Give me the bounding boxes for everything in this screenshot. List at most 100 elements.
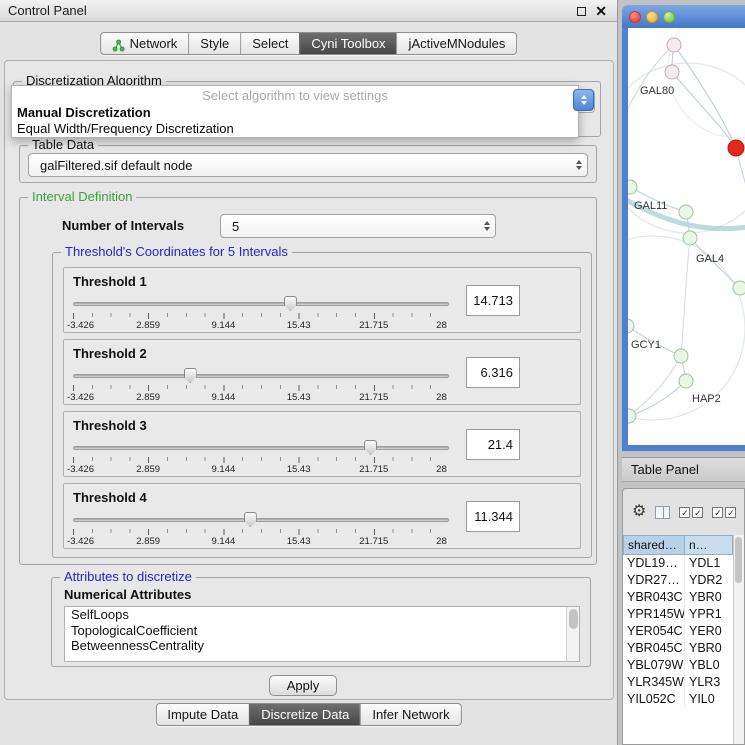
table-row[interactable]: YLR345W YLR3 xyxy=(623,674,733,691)
table-panel-window: ⚙ ✓ ✓ ✓ ✓ shared… n… YDL19… YDL1 YDR27… … xyxy=(622,488,745,745)
checkbox-icon[interactable]: ✓ xyxy=(725,507,736,518)
threshold-slider[interactable] xyxy=(73,368,449,384)
tab-impute-data[interactable]: Impute Data xyxy=(156,704,249,725)
window-title: Control Panel xyxy=(8,3,87,18)
slider-thumb[interactable] xyxy=(364,440,377,455)
network-node[interactable] xyxy=(667,38,681,52)
slider-track[interactable] xyxy=(73,302,449,306)
tab-jactivemnodules[interactable]: jActiveMNodules xyxy=(397,33,517,54)
tab-infer-network[interactable]: Infer Network xyxy=(360,704,460,725)
scale-label: 9.144 xyxy=(212,464,236,475)
table-row[interactable]: YPR145W YPR1 xyxy=(623,606,733,623)
table-data-combobox[interactable]: galFiltered.sif default node xyxy=(28,153,588,177)
checkbox-icon[interactable]: ✓ xyxy=(712,507,723,518)
list-scrollbar[interactable] xyxy=(566,607,579,661)
table-panel-title: Table Panel xyxy=(631,462,699,477)
combo-arrows-icon xyxy=(478,215,495,237)
table-row[interactable]: YIL052C YIL0 xyxy=(623,691,733,708)
table-row[interactable]: YBL079W YBL0 xyxy=(623,657,733,674)
threshold-slider[interactable] xyxy=(73,440,449,456)
scale-label: 21.715 xyxy=(359,464,388,475)
algorithm-dropdown-popup: Select algorithm to view settings Manual… xyxy=(11,85,579,138)
table-row[interactable]: YDR27… YDR2 xyxy=(623,572,733,589)
network-window-titlebar[interactable] xyxy=(622,5,745,28)
slider-track[interactable] xyxy=(73,518,449,522)
algorithm-option[interactable]: Manual Discretization xyxy=(12,105,578,121)
node-label: GAL80 xyxy=(640,85,674,97)
tab-cyni-toolbox[interactable]: Cyni Toolbox xyxy=(299,33,396,54)
slider-scale: -3.426 2.859 9.144 15.43 21.715 28 xyxy=(73,392,449,403)
scale-label: -3.426 xyxy=(67,320,94,331)
minimize-traffic-light[interactable] xyxy=(646,11,658,23)
network-node[interactable] xyxy=(674,349,688,363)
network-node[interactable] xyxy=(679,374,693,388)
apply-button[interactable]: Apply xyxy=(269,675,337,696)
column-header-shared-name[interactable]: shared… xyxy=(623,535,685,555)
scale-label: 2.859 xyxy=(136,392,160,403)
close-icon[interactable]: ✕ xyxy=(595,4,607,18)
scale-label: 9.144 xyxy=(212,320,236,331)
table-row[interactable]: YDL19… YDL1 xyxy=(623,555,733,572)
network-node[interactable] xyxy=(665,65,679,79)
network-edge xyxy=(681,238,690,356)
threshold-value-field[interactable]: 6.316 xyxy=(466,357,520,388)
threshold-panel: Threshold 2 -3.426 2.859 9.144 15.43 21.… xyxy=(63,339,581,405)
node-label: HAP2 xyxy=(692,393,721,405)
list-item[interactable]: BetweennessCentrality xyxy=(65,638,579,654)
slider-thumb[interactable] xyxy=(244,512,257,527)
interval-definition-group: Interval Definition Number of Intervals … xyxy=(19,197,597,565)
checkbox-icon[interactable]: ✓ xyxy=(692,507,703,518)
scale-label: 9.144 xyxy=(212,392,236,403)
num-intervals-combobox[interactable]: 5 xyxy=(220,214,496,238)
network-node[interactable] xyxy=(733,281,745,295)
tab-style[interactable]: Style xyxy=(188,33,240,54)
threshold-slider[interactable] xyxy=(73,512,449,528)
threshold-value-field[interactable]: 21.4 xyxy=(466,429,520,460)
selected-network-node[interactable] xyxy=(728,140,744,156)
network-edge xyxy=(674,45,736,148)
network-node[interactable] xyxy=(628,180,637,194)
top-tab-strip: Network Style Select Cyni Toolbox jActiv… xyxy=(100,32,518,55)
thresholds-group-title: Threshold's Coordinates for 5 Intervals xyxy=(61,244,292,260)
slider-thumb[interactable] xyxy=(184,368,197,383)
slider-track[interactable] xyxy=(73,446,449,450)
scale-label: 15.43 xyxy=(287,536,311,547)
scale-label: 21.715 xyxy=(359,320,388,331)
threshold-value-field[interactable]: 14.713 xyxy=(466,285,520,316)
list-item[interactable]: SelfLoops xyxy=(65,607,579,623)
list-item[interactable]: TopologicalCoefficient xyxy=(65,623,579,639)
network-node[interactable] xyxy=(683,231,697,245)
table-row[interactable]: YBR045C YBR0 xyxy=(623,640,733,657)
tab-network[interactable]: Network xyxy=(101,33,189,54)
table-row[interactable]: YER054C YER0 xyxy=(623,623,733,640)
scale-label: 2.859 xyxy=(136,536,160,547)
slider-track[interactable] xyxy=(73,374,449,378)
slider-thumb[interactable] xyxy=(284,296,297,311)
scale-label: 28 xyxy=(436,392,447,403)
scrollbar-thumb[interactable] xyxy=(735,537,742,583)
float-window-icon[interactable] xyxy=(577,7,586,16)
scrollbar-thumb[interactable] xyxy=(569,609,578,629)
column-header-name[interactable]: n… xyxy=(685,535,733,555)
algorithm-option[interactable]: Equal Width/Frequency Discretization xyxy=(12,121,578,137)
network-node[interactable] xyxy=(628,319,634,333)
attributes-group-title: Attributes to discretize xyxy=(60,569,196,585)
combo-arrows-icon[interactable] xyxy=(573,89,594,111)
network-canvas[interactable]: GAL80 GAL11 GAL4 GCY1 HAP2 xyxy=(622,28,745,451)
columns-icon[interactable] xyxy=(655,506,670,519)
tab-discretize-data[interactable]: Discretize Data xyxy=(249,704,360,725)
zoom-traffic-light[interactable] xyxy=(663,11,675,23)
close-traffic-light[interactable] xyxy=(629,11,641,23)
table-scrollbar[interactable] xyxy=(733,535,744,744)
threshold-slider[interactable] xyxy=(73,296,449,312)
scale-label: 15.43 xyxy=(287,464,311,475)
scale-label: 2.859 xyxy=(136,464,160,475)
threshold-value-field[interactable]: 11.344 xyxy=(466,501,520,532)
tab-select[interactable]: Select xyxy=(240,33,299,54)
scale-label: 2.859 xyxy=(136,320,160,331)
gear-icon[interactable]: ⚙ xyxy=(632,504,646,520)
cyni-toolbox-panel: Discretization Algorithm Select algorith… xyxy=(4,60,614,700)
table-row[interactable]: YBR043C YBR0 xyxy=(623,589,733,606)
checkbox-icon[interactable]: ✓ xyxy=(679,507,690,518)
network-node[interactable] xyxy=(679,205,693,219)
